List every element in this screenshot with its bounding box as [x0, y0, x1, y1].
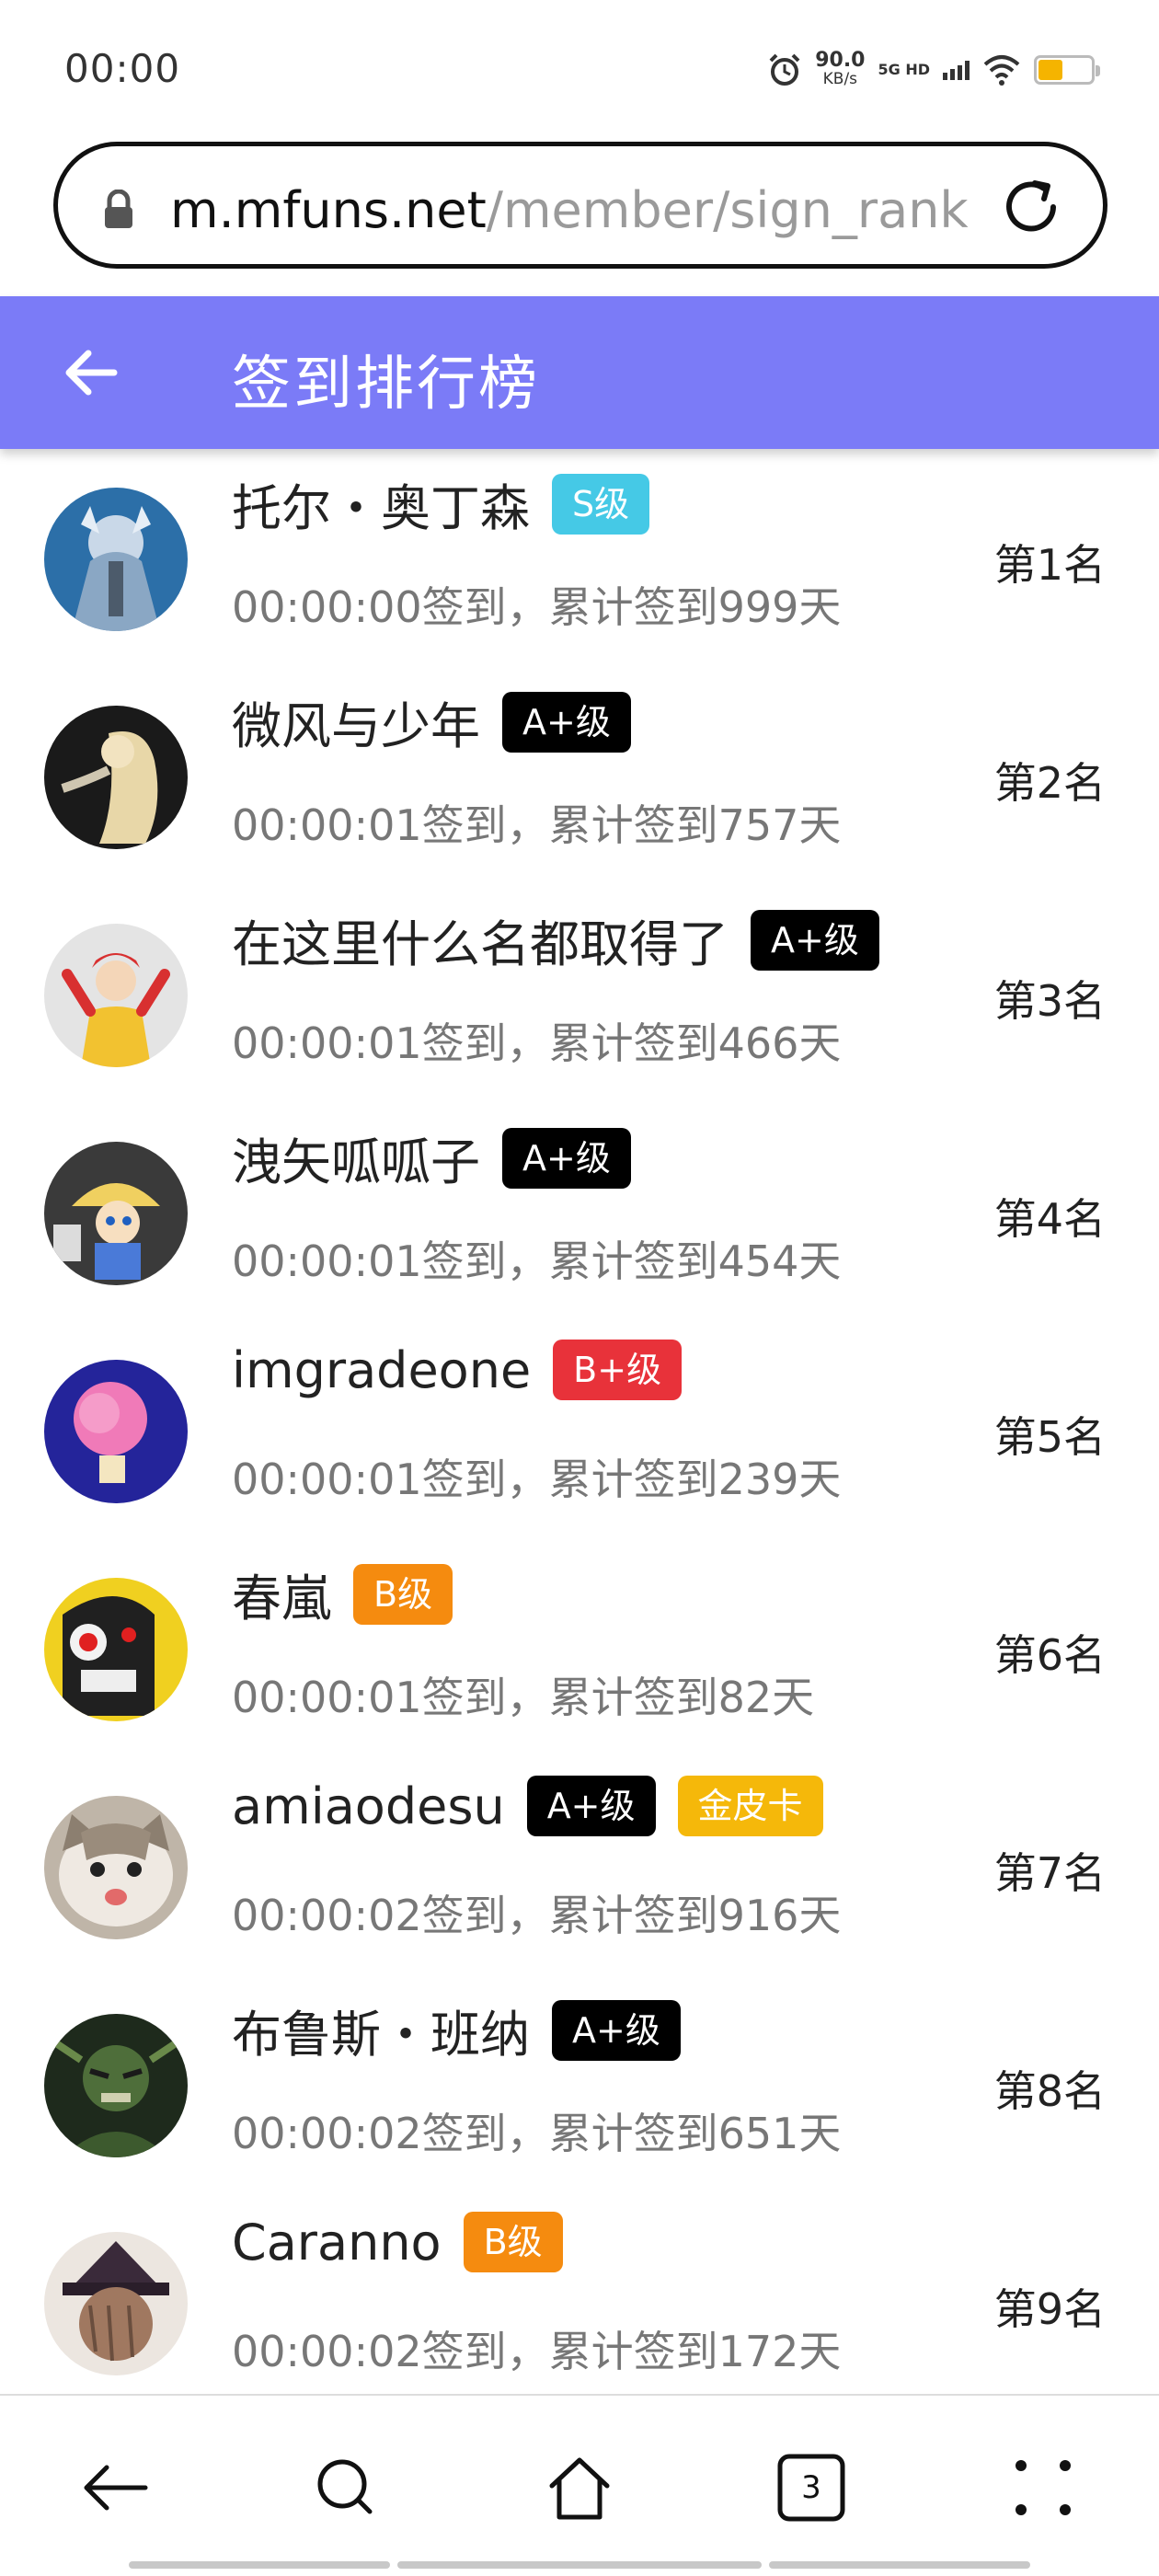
- avatar[interactable]: [44, 924, 188, 1067]
- rank-row[interactable]: Caranno B级 00:00:02签到，累计签到172天 第9名: [0, 2193, 1159, 2394]
- avatar[interactable]: [44, 1360, 188, 1503]
- rank-position: 第1名: [993, 540, 1106, 590]
- rank-position: 第7名: [993, 1848, 1106, 1898]
- level-badge: S级: [552, 473, 650, 535]
- rank-row[interactable]: 布鲁斯・班纳 A+级 00:00:02签到，累计签到651天 第8名: [0, 1975, 1159, 2193]
- level-badge: B+级: [553, 1340, 683, 1400]
- back-button[interactable]: [79, 2451, 153, 2524]
- avatar[interactable]: [44, 706, 188, 849]
- card-badge: 金皮卡: [677, 1776, 823, 1836]
- rank-position: 第2名: [993, 758, 1106, 808]
- sign-info: 00:00:01签到，累计签到757天: [232, 800, 842, 850]
- level-badge: B级: [463, 2212, 563, 2272]
- more-icon: [1016, 2460, 1071, 2515]
- rank-position: 第8名: [993, 2066, 1106, 2116]
- rank-row[interactable]: 托尔・奥丁森 S级 00:00:00签到，累计签到999天 第1名: [0, 449, 1159, 667]
- browser-bottom-nav: 3: [0, 2394, 1159, 2576]
- sign-info: 00:00:02签到，累计签到172天: [232, 2327, 842, 2376]
- user-name[interactable]: 微风与少年: [232, 685, 480, 758]
- rank-row[interactable]: 洩矢呱呱子 A+级 00:00:01签到，累计签到454天 第4名: [0, 1103, 1159, 1321]
- page-title: 签到排行榜: [232, 351, 540, 419]
- wifi-icon: [983, 55, 1020, 86]
- rank-row[interactable]: 微风与少年 A+级 00:00:01签到，累计签到757天 第2名: [0, 667, 1159, 885]
- back-icon: [84, 2465, 148, 2511]
- level-badge: A+级: [502, 1127, 631, 1189]
- sign-info: 00:00:01签到，累计签到454天: [232, 1236, 842, 1286]
- network-type: 5G HD: [878, 61, 930, 78]
- app-header: 签到排行榜: [0, 296, 1159, 449]
- address-bar[interactable]: m.mfuns.net/member/sign_rank: [53, 142, 1107, 269]
- signal-icon: [943, 60, 970, 80]
- rank-row[interactable]: imgradeone B+级 00:00:01签到，累计签到239天 第5名: [0, 1321, 1159, 1539]
- level-badge: A+级: [526, 1776, 656, 1836]
- avatar[interactable]: [44, 2232, 188, 2375]
- level-badge: A+级: [552, 1999, 681, 2061]
- gesture-bar: [397, 2561, 762, 2569]
- home-button[interactable]: [543, 2451, 616, 2524]
- rank-position: 第4名: [993, 1194, 1106, 1244]
- tab-count: 3: [801, 2469, 821, 2506]
- avatar[interactable]: [44, 1796, 188, 1939]
- url-path: /member/sign_rank: [486, 181, 969, 239]
- level-badge: A+级: [502, 691, 631, 753]
- rank-row[interactable]: 在这里什么名都取得了 A+级 00:00:01签到，累计签到466天 第3名: [0, 885, 1159, 1103]
- sign-info: 00:00:02签到，累计签到916天: [232, 1891, 842, 1940]
- avatar[interactable]: [44, 1142, 188, 1285]
- status-time: 00:00: [64, 46, 181, 91]
- search-icon: [317, 2459, 373, 2514]
- url-host: m.mfuns.net: [170, 181, 487, 239]
- user-name[interactable]: imgradeone: [232, 1341, 531, 1399]
- gesture-bar: [129, 2561, 390, 2569]
- reload-icon[interactable]: [998, 174, 1064, 240]
- home-icon: [549, 2457, 610, 2520]
- rank-position: 第9名: [993, 2284, 1106, 2334]
- user-name[interactable]: 托尔・奥丁森: [232, 467, 530, 540]
- rank-position: 第6名: [993, 1630, 1106, 1680]
- sign-info: 00:00:01签到，累计签到239天: [232, 1455, 842, 1504]
- sign-info: 00:00:02签到，累计签到651天: [232, 2109, 842, 2158]
- lock-icon: [105, 190, 132, 228]
- rank-position: 第3名: [993, 976, 1106, 1026]
- avatar[interactable]: [44, 488, 188, 631]
- sign-info: 00:00:01签到，累计签到82天: [232, 1673, 815, 1722]
- rank-position: 第5名: [993, 1412, 1106, 1462]
- level-badge: B级: [353, 1563, 453, 1625]
- avatar[interactable]: [44, 1578, 188, 1721]
- rank-row[interactable]: amiaodesu A+级 金皮卡 00:00:02签到，累计签到916天 第7…: [0, 1757, 1159, 1975]
- status-icons: 90.0 KB/s 5G HD: [767, 49, 1100, 89]
- status-bar: 00:00 90.0 KB/s 5G HD: [0, 0, 1159, 138]
- battery-icon: [1034, 55, 1100, 85]
- url-text[interactable]: m.mfuns.net/member/sign_rank: [170, 181, 969, 239]
- user-name[interactable]: 洩矢呱呱子: [232, 1121, 480, 1194]
- user-name[interactable]: amiaodesu: [232, 1777, 505, 1835]
- user-name[interactable]: Caranno: [232, 2214, 442, 2271]
- search-button[interactable]: [309, 2451, 383, 2524]
- alarm-icon: [769, 53, 800, 86]
- user-name[interactable]: 布鲁斯・班纳: [232, 1994, 530, 2066]
- sign-info: 00:00:01签到，累计签到466天: [232, 1018, 842, 1068]
- rank-row[interactable]: 春嵐 B级 00:00:01签到，累计签到82天 第6名: [0, 1539, 1159, 1757]
- rank-list: 托尔・奥丁森 S级 00:00:00签到，累计签到999天 第1名 微风与少年 …: [0, 449, 1159, 2394]
- gesture-bar: [769, 2561, 1030, 2569]
- avatar[interactable]: [44, 2014, 188, 2157]
- level-badge: A+级: [751, 909, 879, 971]
- user-name[interactable]: 春嵐: [232, 1558, 331, 1630]
- network-speed: 90.0 KB/s: [815, 49, 866, 89]
- speed-unit: KB/s: [822, 70, 858, 88]
- sign-info: 00:00:00签到，累计签到999天: [232, 582, 842, 632]
- speed-value: 90.0: [815, 49, 866, 72]
- user-name[interactable]: 在这里什么名都取得了: [232, 903, 729, 976]
- battery-fill: [1039, 60, 1063, 80]
- tabs-button[interactable]: 3: [775, 2451, 848, 2524]
- back-arrow-icon[interactable]: [61, 342, 121, 403]
- menu-button[interactable]: [1006, 2451, 1080, 2524]
